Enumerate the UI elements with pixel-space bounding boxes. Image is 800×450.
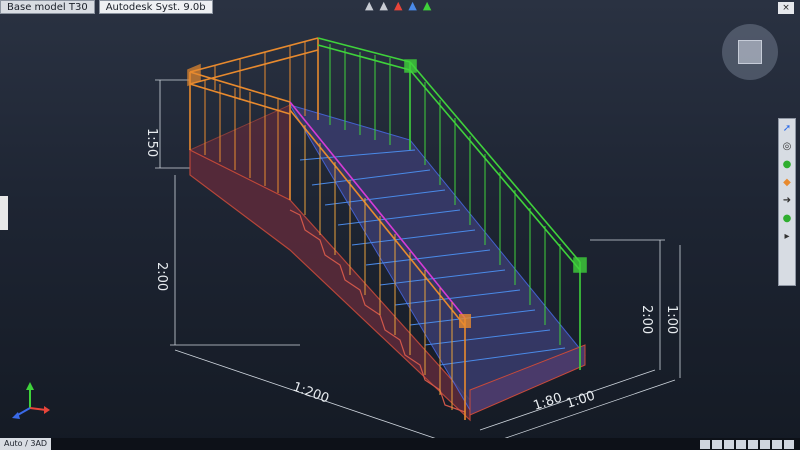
showmotion-icon[interactable]: ▸ <box>780 230 794 244</box>
otrack-toggle-icon[interactable] <box>760 439 770 449</box>
view-red-icon[interactable]: ▲ <box>394 0 402 12</box>
view-nav-toolbar: ▲ ▲ ▲ ▲ ▲ <box>365 0 431 12</box>
dim-length-main: 1:200 <box>291 380 331 407</box>
dim-height-upper: 1:50 <box>144 128 159 157</box>
zoom-icon[interactable]: ● <box>780 158 794 172</box>
view-green-icon[interactable]: ▲ <box>423 0 431 12</box>
status-bar: Auto / 3AD <box>0 438 800 450</box>
dim-height-lower: 2:00 <box>154 262 169 291</box>
viewcube-face[interactable] <box>738 40 762 64</box>
orbit-icon[interactable]: ◎ <box>780 140 794 154</box>
snap-toggle-icon[interactable] <box>700 439 710 449</box>
dim-height-right-b: 1:00 <box>664 305 679 334</box>
ucs-axis-icon <box>12 382 50 419</box>
viewcube-icon[interactable] <box>722 24 778 80</box>
close-button[interactable]: × <box>778 2 794 14</box>
dim-height-right-a: 2:00 <box>639 305 654 334</box>
osnap-toggle-icon[interactable] <box>748 439 758 449</box>
grid-toggle-icon[interactable] <box>712 439 722 449</box>
workspace-toggle-icon[interactable] <box>784 439 794 449</box>
steering-icon[interactable]: ◆ <box>780 176 794 190</box>
look-icon[interactable]: ● <box>780 212 794 226</box>
polar-toggle-icon[interactable] <box>736 439 746 449</box>
layout-tab[interactable]: Auto / 3AD <box>0 438 52 450</box>
status-toggles <box>700 439 800 449</box>
stair-model-drawing: 1:50 2:00 2:00 1:00 1:200 1:80 1:00 <box>12 37 681 441</box>
view-up-icon[interactable]: ▲ <box>365 0 373 12</box>
navigation-bar: ➚ ◎ ● ◆ ➜ ● ▸ <box>778 118 796 286</box>
pan-icon[interactable]: ➚ <box>780 122 794 136</box>
palette-handle[interactable] <box>0 196 8 230</box>
tab-base-model[interactable]: Base model T30 <box>0 0 95 14</box>
document-tabs: Base model T30 Autodesk Syst. 9.0b <box>0 0 213 14</box>
cad-viewport[interactable]: 1:50 2:00 2:00 1:00 1:200 1:80 1:00 Base… <box>0 0 800 450</box>
walk-icon[interactable]: ➜ <box>780 194 794 208</box>
dim-length-right-a: 1:80 <box>532 391 564 414</box>
view-front-icon[interactable]: ▲ <box>379 0 387 12</box>
view-blue-icon[interactable]: ▲ <box>408 0 416 12</box>
lineweight-toggle-icon[interactable] <box>772 439 782 449</box>
ortho-toggle-icon[interactable] <box>724 439 734 449</box>
tab-autodesk[interactable]: Autodesk Syst. 9.0b <box>98 0 213 14</box>
